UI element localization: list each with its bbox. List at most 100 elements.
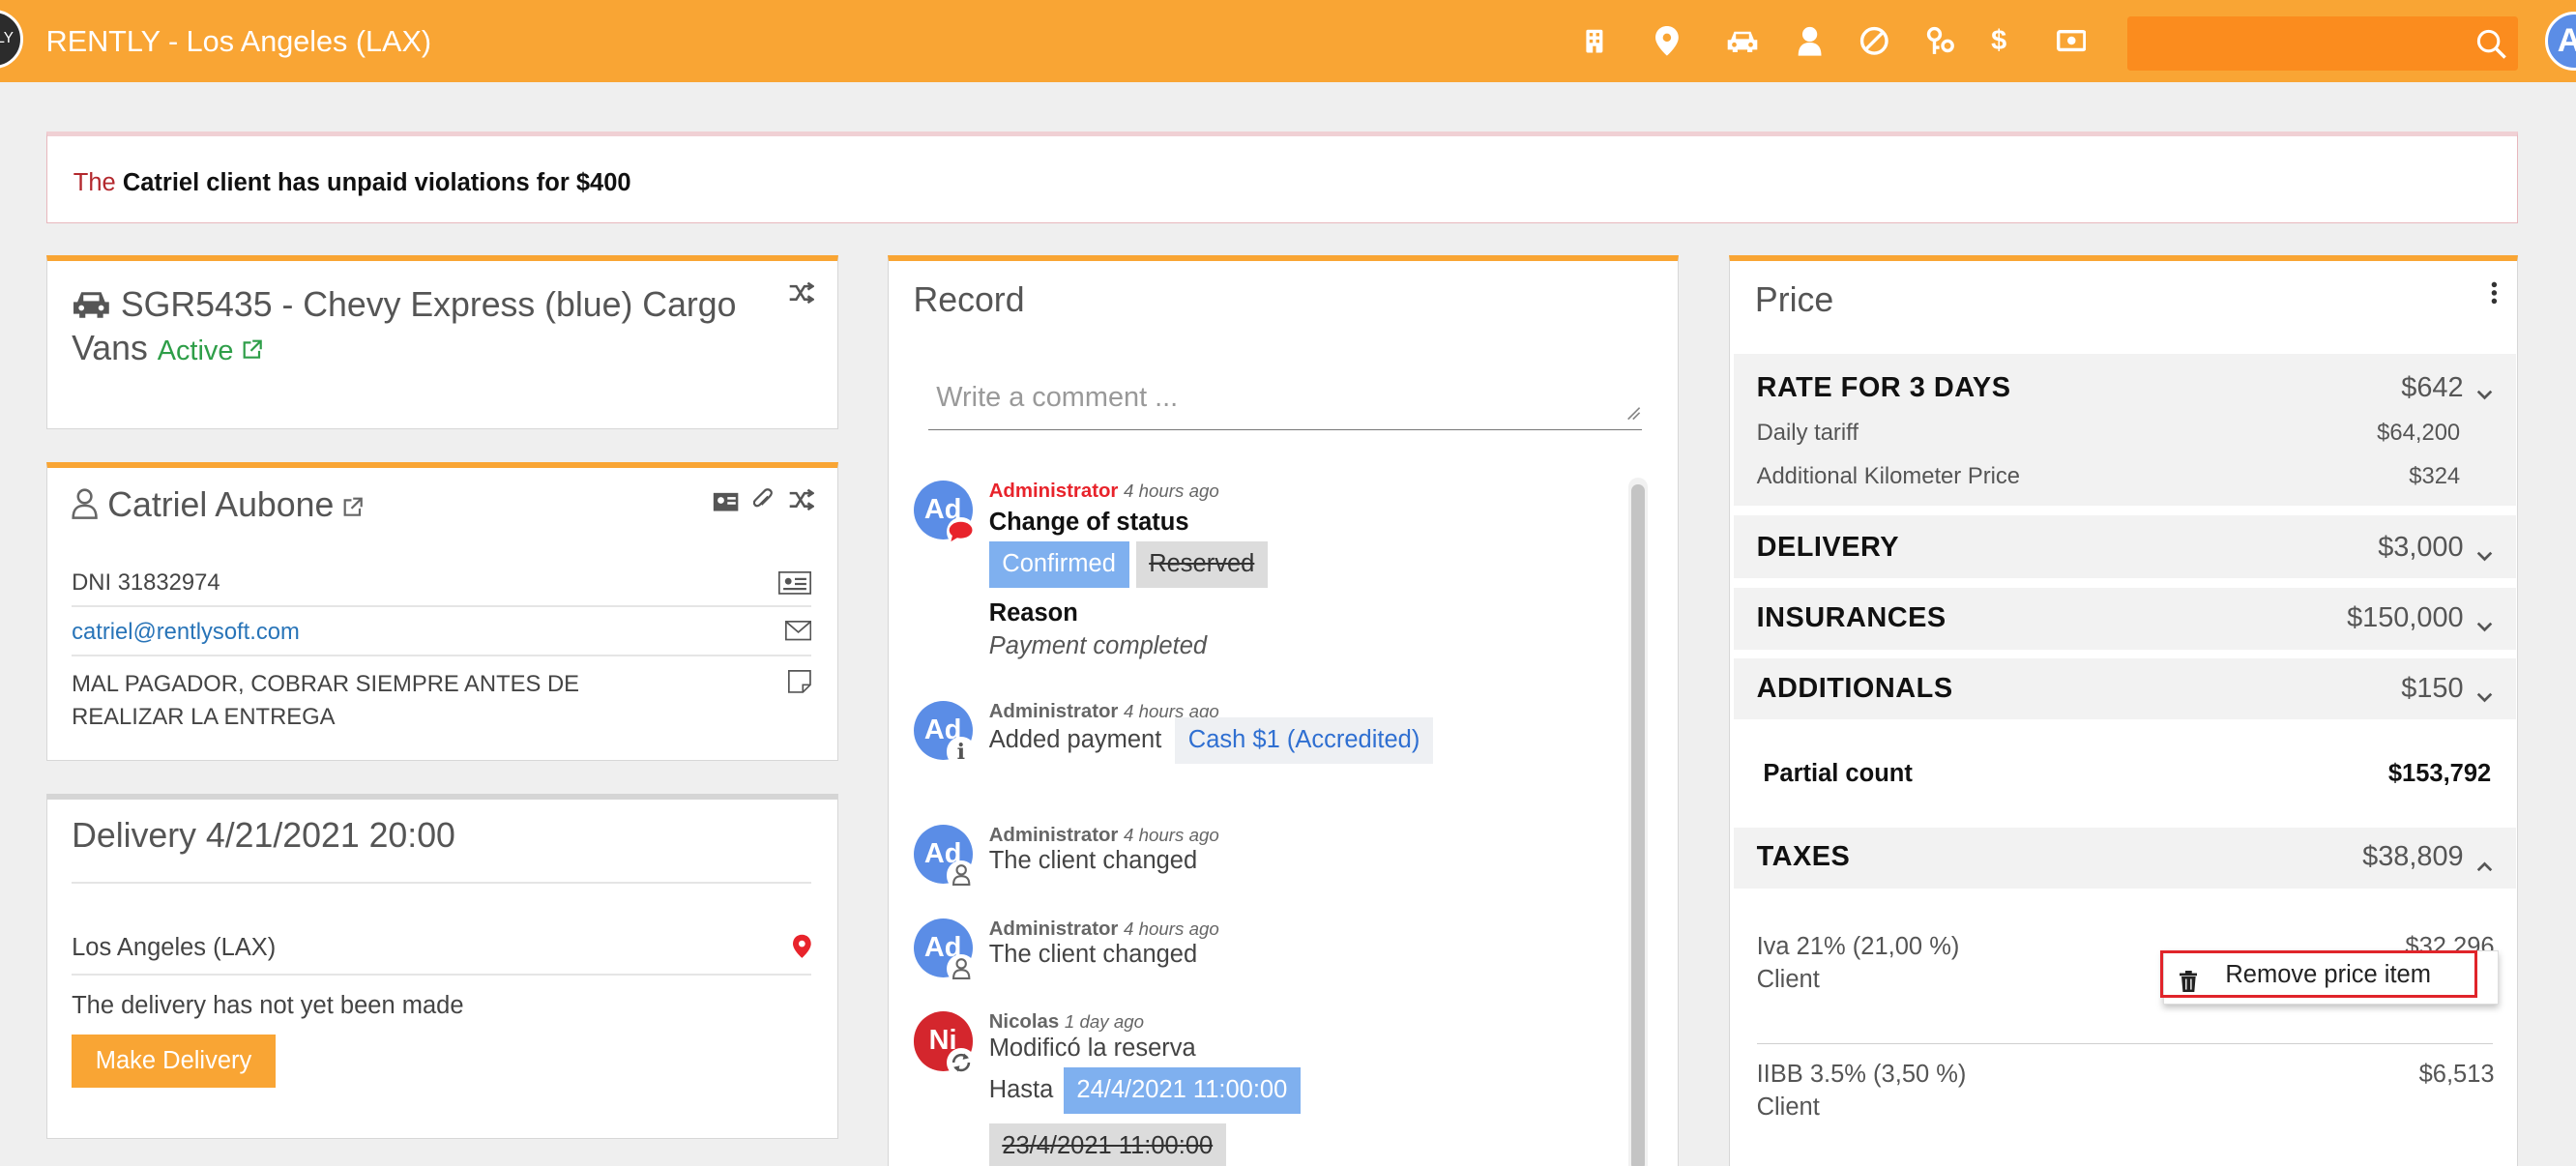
entry-text: Added payment (988, 726, 1162, 754)
vehicle-title: SGR5435 - Chevy Express (blue) Cargo Van… (72, 283, 795, 371)
partial-count-label: Partial count (1763, 760, 1913, 788)
km-price-label: Additional Kilometer Price (1756, 462, 2021, 489)
delivery-location: Los Angeles (LAX) (72, 934, 812, 962)
trash-icon (2179, 963, 2198, 1006)
refresh-icon (946, 1047, 977, 1078)
client-note-row: MAL PAGADOR, COBRAR SIEMPRE ANTES DE REA… (72, 668, 812, 734)
rate-section[interactable]: RATE FOR 3 DAYS $642 Daily tariff $64,20… (1733, 354, 2516, 506)
make-delivery-button[interactable]: Make Delivery (72, 1035, 276, 1088)
location-pin-icon[interactable] (1649, 23, 1684, 59)
building-icon[interactable] (1576, 23, 1612, 59)
delivery-value: $3,000 (2378, 532, 2464, 563)
record-entry: Ad i Administrator 4 hours ago Added pay… (913, 701, 1604, 783)
logo[interactable]: LY (0, 10, 23, 70)
record-title: Record (913, 279, 1025, 319)
chevron-down-icon[interactable] (2476, 539, 2493, 569)
entry-text: Modificó la reserva (988, 1035, 1196, 1063)
entry-time: 1 day ago (1064, 1011, 1144, 1033)
entry-time: 4 hours ago (1124, 918, 1219, 939)
reason-label: Reason (988, 598, 1078, 627)
record-card: Record Write a comment ... Ad Administra… (888, 254, 1679, 1166)
search-input[interactable] (2126, 16, 2456, 72)
until-label: Hasta (988, 1076, 1054, 1104)
additionals-section[interactable]: ADDITIONALS $150 (1733, 657, 2516, 719)
external-link-icon[interactable] (343, 497, 364, 516)
comment-input[interactable]: Write a comment ... (927, 376, 1642, 430)
entry-time: 4 hours ago (1124, 824, 1219, 845)
entry-author: Administrator (988, 918, 1119, 940)
delivery-card: Delivery 4/21/2021 20:00 Los Angeles (LA… (45, 794, 838, 1140)
car-icon[interactable] (1724, 23, 1760, 59)
delivery-section[interactable]: DELIVERY $3,000 (1733, 515, 2516, 578)
location-pin-icon[interactable] (793, 934, 812, 966)
entry-text: The client changed (988, 941, 1198, 969)
alert-message: Catriel client has unpaid violations for… (122, 169, 631, 196)
client-name[interactable]: Catriel Aubone (107, 485, 334, 524)
status-new-badge: Confirmed (988, 541, 1129, 588)
entry-author: Administrator (988, 824, 1119, 846)
insurances-label: INSURANCES (1756, 602, 1947, 634)
iibb-label: IIBB 3.5% (3,50 %) (1756, 1061, 1967, 1089)
delivery-label: DELIVERY (1756, 532, 1900, 563)
taxes-section[interactable]: TAXES $38,809 (1733, 828, 2516, 889)
search-box[interactable] (2126, 16, 2519, 72)
client-note-line1: MAL PAGADOR, COBRAR SIEMPRE ANTES DE (72, 671, 580, 698)
car-icon (73, 292, 109, 318)
user-avatar[interactable]: A (2544, 11, 2576, 72)
payment-badge[interactable]: Cash $1 (Accredited) (1175, 717, 1433, 764)
client-dni: DNI 31832974 (72, 569, 220, 597)
partial-count-value: $153,792 (2387, 760, 2492, 788)
remove-price-item-button[interactable]: Remove price item (2159, 949, 2477, 998)
more-options-icon[interactable] (2491, 280, 2498, 311)
paperclip-icon[interactable] (752, 487, 774, 518)
chevron-down-icon[interactable] (2476, 680, 2493, 711)
chevron-down-icon[interactable] (2476, 377, 2493, 408)
daily-tariff-value: $64,200 (2377, 420, 2461, 447)
status-old-badge: Reserved (1135, 541, 1268, 588)
resize-handle-icon[interactable] (1626, 397, 1641, 429)
entry-author: Administrator (988, 481, 1119, 503)
envelope-icon[interactable] (784, 621, 812, 648)
unpaid-violations-alert: The Catriel client has unpaid violations… (45, 131, 2519, 224)
daily-tariff-label: Daily tariff (1756, 420, 1859, 447)
iibb-value: $6,513 (2418, 1061, 2495, 1089)
iva-label: Iva 21% (21,00 %) (1756, 932, 1960, 960)
client-email-link[interactable]: catriel@rentlysoft.com (72, 619, 300, 645)
record-entry: Ni Nicolas 1 day ago Modificó la reserva… (913, 1011, 1604, 1166)
insurances-section[interactable]: INSURANCES $150,000 (1733, 587, 2516, 651)
comment-placeholder: Write a comment ... (936, 382, 1179, 414)
person-outline-icon (946, 953, 977, 984)
client-title: Catriel Aubone (72, 485, 364, 525)
cash-icon[interactable] (2053, 23, 2089, 59)
iva-payer: Client (1756, 965, 1820, 993)
key-gear-icon[interactable] (1923, 23, 1959, 59)
info-icon: i (946, 737, 977, 768)
reason-text: Payment completed (988, 631, 1208, 659)
search-icon[interactable] (2475, 28, 2508, 68)
ban-icon[interactable] (1856, 23, 1891, 59)
person-outline-icon (946, 860, 977, 890)
chevron-up-icon[interactable] (2476, 847, 2493, 878)
taxes-label: TAXES (1756, 840, 1851, 872)
person-icon[interactable] (1792, 23, 1828, 59)
vehicle-card: SGR5435 - Chevy Express (blue) Cargo Van… (45, 254, 838, 429)
record-entry: Ad Administrator 4 hours ago The client … (913, 918, 1604, 984)
rate-value: $642 (2401, 372, 2464, 404)
alert-prefix: The (73, 169, 116, 196)
price-title: Price (1754, 279, 1834, 319)
shuffle-icon[interactable] (788, 487, 815, 518)
delivery-status-message: The delivery has not yet been made (72, 991, 464, 1019)
id-card-icon (778, 570, 812, 601)
dollar-icon[interactable]: $ (1981, 23, 2017, 59)
id-card-icon[interactable] (713, 487, 739, 518)
external-link-icon[interactable] (243, 339, 263, 359)
note-icon[interactable] (788, 669, 812, 703)
taxes-value: $38,809 (2362, 840, 2464, 872)
insurances-value: $150,000 (2347, 602, 2464, 634)
entry-title: Change of status (988, 509, 1189, 537)
date-new-badge: 24/4/2021 11:00:00 (1063, 1067, 1301, 1114)
shuffle-icon[interactable] (788, 280, 815, 311)
record-scrollbar-thumb[interactable] (1631, 483, 1645, 1166)
delivery-title: Delivery 4/21/2021 20:00 (72, 816, 455, 856)
chevron-down-icon[interactable] (2476, 609, 2493, 640)
